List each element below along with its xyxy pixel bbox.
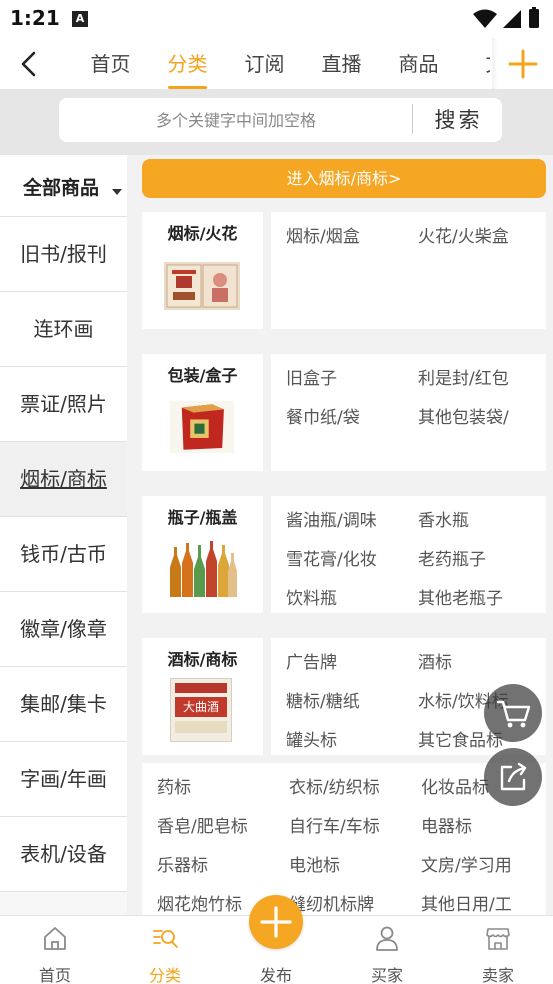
category-sidebar: 全部商品 旧书/报刊 连环画 票证/照片 烟标/商标 钱币/古币 徽章/像章 集…: [0, 155, 127, 915]
subcategory-item[interactable]: 烟花炮竹标: [157, 890, 242, 915]
caret-down-icon: [112, 189, 122, 195]
tab-live[interactable]: 直播: [303, 38, 380, 90]
subcategory-panel: 烟标/烟盒 火花/火柴盒: [271, 212, 546, 329]
enter-category-button[interactable]: 进入烟标/商标>: [142, 159, 546, 198]
sidebar-item-watches-devices[interactable]: 表机/设备: [0, 817, 127, 892]
search-divider: [412, 104, 413, 134]
sidebar-item-old-books[interactable]: 旧书/报刊: [0, 217, 127, 292]
bottom-nav-label: 首页: [38, 966, 71, 984]
subcategory-item[interactable]: 文房/学习用: [421, 851, 512, 876]
category-tabs: 首页分类订阅直播商品文: [72, 38, 490, 90]
battery-icon: [529, 9, 539, 28]
subcategory-item[interactable]: 衣标/纺织标: [289, 773, 380, 798]
subcategory-item[interactable]: 酱油瓶/调味: [286, 506, 377, 531]
sidebar-item-stamps-cards[interactable]: 集邮/集卡: [0, 667, 127, 742]
subcategory-panel: 旧盒子 利是封/红包 餐巾纸/袋 其他包装袋/: [271, 354, 546, 471]
status-icons: [473, 7, 539, 28]
subcategory-item[interactable]: 药标: [157, 773, 191, 798]
bottom-nav-category[interactable]: 分类: [110, 916, 220, 984]
status-bar: 1:21 A: [0, 0, 553, 38]
status-time: 1:21: [10, 6, 60, 30]
tabs-fade-divider: [492, 38, 498, 90]
subcategory-item[interactable]: 烟标/烟盒: [286, 222, 360, 247]
subcategory-item[interactable]: 香皂/肥皂标: [157, 812, 248, 837]
category-search-icon: [153, 930, 178, 948]
subcategory-item[interactable]: 自行车/车标: [289, 812, 380, 837]
subcategory-item[interactable]: 电池标: [289, 851, 340, 876]
cigarette-label-image: [164, 262, 240, 310]
sidebar-item-paintings[interactable]: 字画/年画: [0, 742, 127, 817]
search-bar: 搜索: [0, 90, 553, 155]
tab-home[interactable]: 首页: [72, 38, 149, 90]
bottom-nav-label: 卖家: [481, 966, 514, 984]
add-channel-plus-icon[interactable]: [506, 48, 540, 80]
bottom-nav-home[interactable]: 首页: [0, 916, 110, 984]
share-icon: [500, 762, 527, 791]
signal-icon: [503, 10, 521, 28]
subcategory-item[interactable]: 旧盒子: [286, 364, 337, 389]
sidebar-item-labels[interactable]: 烟标/商标: [0, 442, 127, 517]
category-title: 瓶子/瓶盖: [167, 508, 238, 527]
category-card-bottles[interactable]: 瓶子/瓶盖: [142, 496, 263, 613]
subcategory-item[interactable]: 火花/火柴盒: [418, 222, 509, 247]
sidebar-all-products[interactable]: 全部商品: [0, 155, 127, 217]
subcategory-item[interactable]: 饮料瓶: [286, 584, 337, 609]
back-arrow-icon[interactable]: [14, 50, 44, 78]
notification-icon: A: [72, 11, 88, 27]
subcategory-item[interactable]: 雪花膏/化妆: [286, 545, 377, 570]
subcategory-item[interactable]: 乐器标: [157, 851, 208, 876]
bottom-nav-buyer[interactable]: 买家: [332, 916, 442, 984]
category-title: 包装/盒子: [167, 366, 238, 385]
subcategory-item[interactable]: 化妆品标: [421, 773, 489, 798]
search-button[interactable]: 搜索: [415, 98, 502, 142]
wifi-icon: [473, 9, 497, 28]
tab-goods[interactable]: 商品: [380, 38, 457, 90]
subcategory-item[interactable]: 利是封/红包: [418, 364, 509, 389]
bottom-nav-seller[interactable]: 卖家: [443, 916, 553, 984]
plus-icon: [260, 906, 292, 938]
cart-icon: [496, 700, 531, 728]
subcategory-panel: 酱油瓶/调味 香水瓶 雪花膏/化妆 老药瓶子 饮料瓶 其他老瓶子: [271, 496, 546, 613]
subcategory-item[interactable]: 糖标/糖纸: [286, 687, 360, 712]
publish-plus-button[interactable]: [249, 895, 303, 949]
liquor-label-text: 大曲酒: [175, 697, 227, 717]
subcategory-item[interactable]: 其他老瓶子: [418, 584, 503, 609]
category-title: 酒标/商标: [167, 650, 238, 669]
sidebar-all-label: 全部商品: [23, 177, 100, 199]
tab-subscribe[interactable]: 订阅: [226, 38, 303, 90]
sidebar-item-coins[interactable]: 钱币/古币: [0, 517, 127, 592]
search-box: 搜索: [59, 98, 502, 142]
sidebar-item-badges[interactable]: 徽章/像章: [0, 592, 127, 667]
subcategory-item[interactable]: 其他包装袋/: [418, 403, 509, 428]
category-card-liquor-labels[interactable]: 酒标/商标 大曲酒: [142, 638, 263, 755]
home-icon: [44, 927, 66, 950]
search-input[interactable]: [59, 98, 413, 142]
subcategory-item[interactable]: 酒标: [418, 648, 452, 673]
category-card-packaging[interactable]: 包装/盒子: [142, 354, 263, 471]
subcategory-item[interactable]: 老药瓶子: [418, 545, 486, 570]
tin-box-image: [170, 400, 234, 454]
top-navigation: 首页分类订阅直播商品文: [0, 38, 553, 90]
category-title: 烟标/火花: [167, 224, 238, 243]
person-icon: [376, 926, 398, 951]
bottom-nav-label: 发布: [259, 966, 292, 984]
subcategory-item[interactable]: 其他日用/工: [421, 890, 512, 915]
glass-bottles-image: [170, 541, 237, 597]
subcategory-item[interactable]: 香水瓶: [418, 506, 469, 531]
sidebar-item-comics[interactable]: 连环画: [0, 292, 127, 367]
tab-article[interactable]: 文: [457, 38, 491, 90]
subcategory-item[interactable]: 罐头标: [286, 726, 337, 751]
bottom-nav-label: 买家: [370, 966, 403, 984]
sidebar-item-tickets-photos[interactable]: 票证/照片: [0, 367, 127, 442]
subcategory-item[interactable]: 广告牌: [286, 648, 337, 673]
shop-icon: [486, 928, 510, 950]
subcategory-item[interactable]: 餐巾纸/袋: [286, 403, 360, 428]
tab-category[interactable]: 分类: [149, 38, 226, 90]
subcategory-item[interactable]: 电器标: [421, 812, 472, 837]
cart-float-button[interactable]: [484, 684, 542, 742]
bottom-nav-label: 分类: [148, 966, 181, 984]
liquor-label-image: 大曲酒: [170, 678, 232, 742]
category-card-cigarette-labels[interactable]: 烟标/火花: [142, 212, 263, 329]
share-float-button[interactable]: [484, 748, 542, 806]
